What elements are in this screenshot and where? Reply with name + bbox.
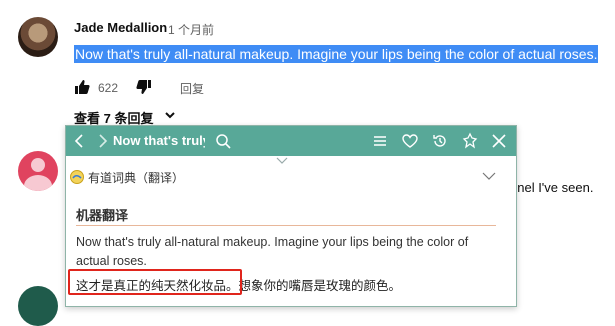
comment-text-partial: nnel I've seen. [510, 180, 594, 195]
popup-toolbar: Now that's truly [66, 126, 516, 156]
source-text: Now that's truly all-natural makeup. Ima… [76, 235, 469, 268]
reply-button[interactable]: 回复 [180, 80, 204, 97]
red-highlight-box [68, 269, 242, 295]
chevron-down-icon[interactable] [164, 109, 176, 121]
translation-row: 这才是真正的纯天然化妆品。想象你的嘴唇是玫瑰的颜色。 [68, 269, 508, 297]
dictionary-title: 有道词典（翻译） [88, 171, 185, 185]
section-heading: 机器翻译 [76, 208, 129, 223]
history-icon[interactable] [431, 132, 449, 150]
heart-icon[interactable] [401, 132, 419, 150]
dictionary-source-row[interactable]: 有道词典（翻译） [66, 166, 516, 188]
back-arrow-icon[interactable] [71, 132, 89, 150]
collapse-chevron-icon[interactable] [276, 157, 288, 165]
thumbs-down-icon[interactable] [136, 79, 152, 95]
dictionary-popup: Now that's truly 有道词典（翻译） 机器翻译 Now that'… [65, 125, 517, 307]
chevron-down-icon[interactable] [482, 171, 496, 181]
query-input[interactable]: Now that's truly [109, 131, 205, 151]
section-divider [76, 225, 496, 226]
pin-icon[interactable] [461, 132, 479, 150]
comment-timestamp[interactable]: 1 个月前 [168, 21, 214, 38]
close-icon[interactable] [490, 132, 508, 150]
menu-icon[interactable] [371, 132, 389, 150]
commenter-avatar-default[interactable] [18, 151, 58, 191]
commenter-avatar-default[interactable] [18, 286, 58, 326]
commenter-avatar[interactable] [18, 17, 58, 57]
like-count: 622 [98, 81, 119, 95]
youdao-dictionary-icon [70, 170, 84, 184]
thumbs-up-icon[interactable] [74, 79, 90, 95]
comment-author[interactable]: Jade Medallion [74, 20, 167, 35]
comment-text-selected: Now that's truly all-natural makeup. Ima… [74, 45, 599, 63]
search-icon[interactable] [214, 132, 232, 150]
